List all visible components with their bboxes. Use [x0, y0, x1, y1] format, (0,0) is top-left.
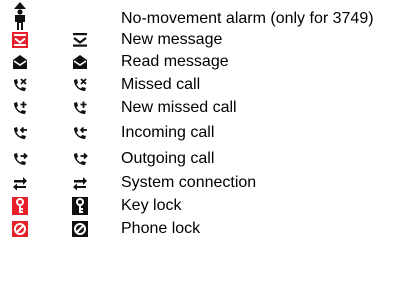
legend-row-outgoing-call: Outgoing call — [0, 147, 418, 171]
legend-row-missed-call: Missed call — [0, 73, 418, 97]
incoming-call-icon — [69, 121, 91, 145]
system-connection-icon — [9, 171, 31, 195]
outgoing-call-icon — [69, 147, 91, 171]
key-lock-icon — [69, 194, 91, 218]
legend-row-read-message: Read message — [0, 50, 418, 74]
read-message-icon — [69, 50, 91, 74]
legend-row-new-message: New message — [0, 28, 418, 52]
legend-row-phone-lock: Phone lock — [0, 217, 418, 241]
phone-lock-icon — [69, 217, 91, 241]
legend-label: New message — [121, 31, 223, 48]
new-missed-call-icon — [9, 96, 31, 120]
legend-label: Incoming call — [121, 124, 215, 141]
phone-lock-icon — [9, 217, 31, 241]
icon-legend: No-movement alarm (only for 3749) New me… — [0, 0, 418, 291]
legend-row-key-lock: Key lock — [0, 194, 418, 218]
legend-row-incoming-call: Incoming call — [0, 121, 418, 145]
new-message-icon — [69, 28, 91, 52]
incoming-call-icon — [9, 121, 31, 145]
system-connection-icon — [69, 171, 91, 195]
key-lock-icon — [9, 194, 31, 218]
legend-label: Outgoing call — [121, 150, 215, 167]
missed-call-icon — [9, 73, 31, 97]
legend-row-system-connection: System connection — [0, 171, 418, 195]
new-message-icon — [9, 28, 31, 52]
legend-label: Read message — [121, 53, 229, 70]
legend-row-new-missed-call: New missed call — [0, 96, 418, 120]
legend-label: System connection — [121, 174, 257, 191]
legend-label: Key lock — [121, 197, 182, 214]
legend-label: Phone lock — [121, 220, 201, 237]
missed-call-icon — [69, 73, 91, 97]
read-message-icon — [9, 50, 31, 74]
legend-label: New missed call — [121, 99, 237, 116]
legend-label: Missed call — [121, 76, 201, 93]
new-missed-call-icon — [69, 96, 91, 120]
outgoing-call-icon — [9, 147, 31, 171]
